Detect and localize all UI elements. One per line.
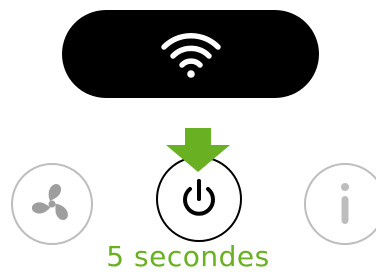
fan-icon	[31, 184, 68, 220]
wifi-reset-instruction: 5 secondes	[0, 0, 376, 276]
info-button[interactable]	[304, 163, 376, 245]
wifi-status-pill	[62, 10, 319, 98]
wifi-icon	[160, 32, 221, 78]
fan-button[interactable]	[11, 163, 93, 245]
info-icon	[341, 183, 349, 224]
power-icon	[183, 179, 215, 216]
hold-duration-label: 5 secondes	[106, 240, 270, 273]
arrow-down-icon	[166, 128, 230, 172]
